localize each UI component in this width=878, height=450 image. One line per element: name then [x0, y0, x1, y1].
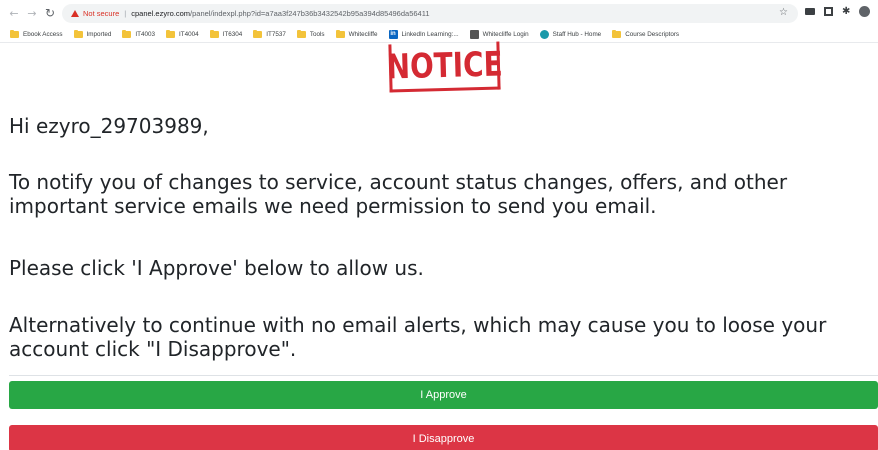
staff-hub-icon	[539, 29, 549, 39]
bookmark-item[interactable]: Course Descriptors	[612, 29, 679, 38]
warning-icon[interactable]	[71, 10, 79, 17]
bookmark-item[interactable]: Whitecliffe	[335, 29, 378, 38]
folder-icon	[612, 29, 622, 38]
bookmark-item[interactable]: Whitecliffe Login	[469, 29, 529, 39]
message-paragraph-approve: Please click 'I Approve' below to allow …	[9, 256, 424, 280]
security-indicator[interactable]: Not secure	[83, 9, 119, 18]
address-bar[interactable]: Not secure | cpanel.ezyro.com/panel/inde…	[62, 4, 798, 23]
approve-button[interactable]: I Approve	[9, 381, 878, 409]
folder-icon	[296, 29, 306, 38]
bookmark-item[interactable]: IT4003	[122, 29, 155, 38]
nav-controls: ← → ↻	[6, 5, 60, 21]
bookmarks-bar: Ebook Access Imported IT4003 IT4004 IT63…	[0, 26, 878, 43]
whitecliffe-icon	[469, 29, 479, 39]
bookmark-item[interactable]: IT6304	[209, 29, 242, 38]
folder-icon	[166, 29, 176, 38]
folder-icon	[73, 29, 83, 38]
bookmark-item[interactable]: IT7537	[253, 29, 286, 38]
folder-icon	[253, 29, 263, 38]
extension-tools: ✱	[805, 6, 878, 17]
folder-icon	[209, 29, 219, 38]
address-separator: |	[124, 9, 127, 18]
browser-toolbar: ← → ↻ Not secure | cpanel.ezyro.com/pane…	[0, 0, 878, 26]
forward-arrow-icon[interactable]: →	[24, 5, 40, 21]
bookmark-item[interactable]: in LinkedIn Learning:...	[388, 29, 459, 39]
extension-icon[interactable]	[824, 7, 833, 16]
bookmark-star-icon[interactable]: ☆	[779, 7, 788, 18]
profile-avatar-icon[interactable]	[859, 6, 871, 17]
notice-stamp-text: NOTICE	[385, 43, 503, 88]
cast-icon[interactable]	[805, 8, 815, 15]
folder-icon	[335, 29, 345, 38]
message-paragraph-disapprove: Alternatively to continue with no email …	[9, 313, 827, 361]
url-text[interactable]: cpanel.ezyro.com/panel/indexpl.php?id=a7…	[131, 9, 429, 18]
disapprove-button[interactable]: I Disapprove	[9, 425, 878, 450]
divider	[9, 375, 878, 376]
linkedin-icon: in	[388, 29, 398, 39]
greeting: Hi ezyro_29703989,	[9, 114, 209, 138]
bookmark-item[interactable]: IT4004	[166, 29, 199, 38]
reload-icon[interactable]: ↻	[42, 5, 58, 21]
folder-icon	[122, 29, 132, 38]
bookmark-item[interactable]: Tools	[296, 29, 325, 38]
notice-stamp: NOTICE	[385, 41, 503, 93]
bookmark-item[interactable]: Imported	[73, 29, 111, 38]
bookmark-item[interactable]: Staff Hub - Home	[539, 29, 601, 39]
puzzle-icon[interactable]: ✱	[842, 6, 850, 17]
message-paragraph-permission: To notify you of changes to service, acc…	[9, 170, 788, 218]
folder-icon	[10, 29, 19, 38]
back-arrow-icon[interactable]: ←	[6, 5, 22, 21]
bookmark-item[interactable]: Ebook Access	[10, 29, 63, 38]
url-path: /panel/indexpl.php?id=a7aa3f247b36b34325…	[190, 9, 430, 18]
url-domain: cpanel.ezyro.com	[131, 9, 191, 18]
